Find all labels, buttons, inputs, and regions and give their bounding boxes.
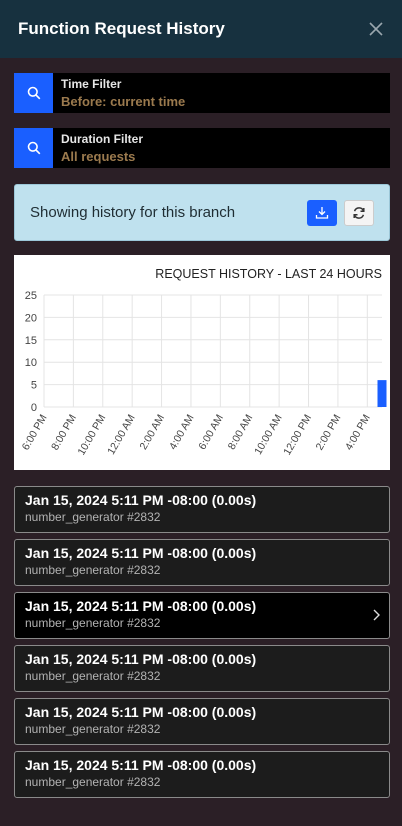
request-history-chart: REQUEST HISTORY - LAST 24 HOURS 0 5 10 15 20… (14, 255, 390, 470)
y-tick-label: 25 (25, 290, 37, 302)
download-button[interactable] (307, 199, 337, 226)
request-function: number_generator #2832 (25, 722, 161, 736)
branch-message: Showing history for this branch (30, 204, 236, 221)
x-tick-label: 2:00 AM (138, 413, 168, 452)
x-tick-label: 12:00 PM (281, 413, 314, 458)
y-tick-label: 10 (25, 357, 37, 369)
request-time: Jan 15, 2024 5:11 PM -08:00 (0.00s) (25, 757, 257, 773)
y-tick-label: 20 (25, 312, 37, 324)
request-function: number_generator #2832 (25, 616, 161, 630)
x-tick-label: 6:00 PM (20, 413, 50, 453)
close-icon[interactable] (368, 21, 384, 37)
chart-title: REQUEST HISTORY - LAST 24 HOURS (155, 267, 382, 281)
duration-filter-label: Duration Filter (61, 132, 144, 146)
x-tick-label: 4:00 PM (343, 413, 373, 453)
request-function: number_generator #2832 (25, 775, 161, 789)
duration-filter[interactable]: Duration Filter All requests (14, 128, 390, 168)
chart-canvas: REQUEST HISTORY - LAST 24 HOURS 0 5 10 15 20… (20, 267, 387, 458)
request-time: Jan 15, 2024 5:11 PM -08:00 (0.00s) (25, 545, 257, 561)
request-item[interactable]: Jan 15, 2024 5:11 PM -08:00 (0.00s) numbe… (14, 698, 390, 745)
time-filter[interactable]: Time Filter Before: current time (14, 73, 390, 113)
x-tick-label: 10:00 PM (76, 413, 109, 458)
request-time: Jan 15, 2024 5:11 PM -08:00 (0.00s) (25, 651, 257, 667)
time-filter-label: Time Filter (61, 77, 122, 91)
request-time: Jan 15, 2024 5:11 PM -08:00 (0.00s) (25, 704, 257, 720)
request-function: number_generator #2832 (25, 669, 161, 683)
x-tick-label: 2:00 PM (314, 413, 344, 453)
chart-bar (377, 380, 387, 407)
request-time: Jan 15, 2024 5:11 PM -08:00 (0.00s) (25, 492, 257, 508)
request-item[interactable]: Jan 15, 2024 5:11 PM -08:00 (0.00s) numbe… (14, 592, 390, 639)
download-icon (315, 206, 329, 219)
duration-filter-search-button[interactable] (14, 128, 53, 168)
y-tick-label: 0 (31, 402, 37, 414)
search-icon (27, 86, 40, 100)
x-tick-label: 8:00 AM (226, 413, 256, 452)
request-function: number_generator #2832 (25, 510, 161, 524)
x-tick-label: 4:00 AM (167, 413, 197, 452)
panel-title: Function Request History (18, 19, 225, 38)
x-tick-label: 8:00 PM (49, 413, 79, 453)
time-filter-search-button[interactable] (14, 73, 53, 113)
request-item[interactable]: Jan 15, 2024 5:11 PM -08:00 (0.00s) numbe… (14, 486, 390, 533)
x-tick-label: 6:00 AM (196, 413, 226, 452)
request-time: Jan 15, 2024 5:11 PM -08:00 (0.00s) (25, 598, 257, 614)
x-tick-label: 10:00 AM (252, 413, 285, 457)
refresh-button[interactable] (344, 199, 374, 226)
search-icon (27, 141, 40, 155)
duration-filter-value[interactable]: All requests (61, 148, 143, 166)
panel-header: Function Request History (0, 0, 402, 58)
request-item[interactable]: Jan 15, 2024 5:11 PM -08:00 (0.00s) numbe… (14, 645, 390, 692)
request-function: number_generator #2832 (25, 563, 161, 577)
request-item[interactable]: Jan 15, 2024 5:11 PM -08:00 (0.00s) numbe… (14, 539, 390, 586)
y-tick-label: 15 (25, 335, 37, 347)
time-filter-value[interactable]: Before: current time (61, 93, 185, 111)
request-item[interactable]: Jan 15, 2024 5:11 PM -08:00 (0.00s) numbe… (14, 751, 390, 798)
y-tick-label: 5 (31, 380, 37, 392)
refresh-icon (353, 206, 365, 219)
branch-banner: Showing history for this branch (14, 184, 390, 241)
request-list: Jan 15, 2024 5:11 PM -08:00 (0.00s) numbe… (14, 486, 390, 804)
x-tick-label: 12:00 AM (105, 413, 138, 457)
chevron-right-icon (373, 609, 380, 621)
